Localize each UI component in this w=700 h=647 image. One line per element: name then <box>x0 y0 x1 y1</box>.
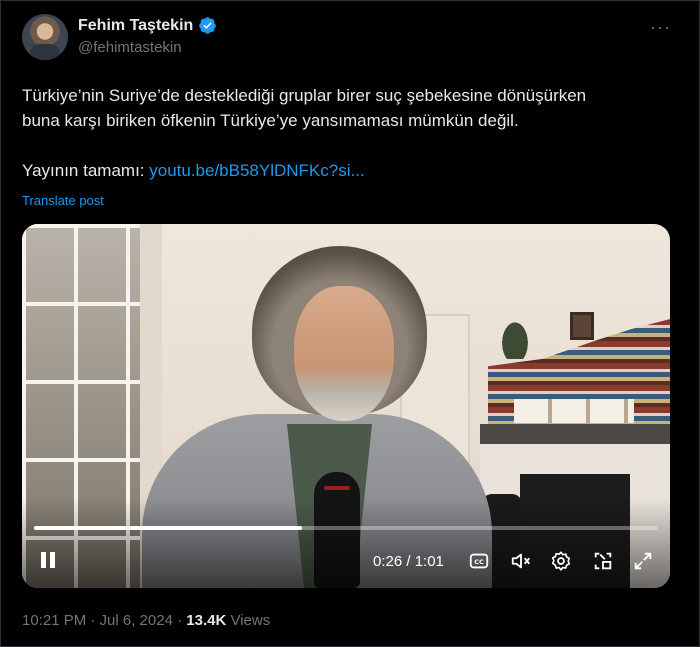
settings-icon[interactable] <box>548 548 574 574</box>
mute-icon[interactable] <box>508 548 534 574</box>
author-display-name[interactable]: Fehim Taştekin <box>78 17 193 35</box>
tweet-timestamp[interactable]: 10:21 PM · Jul 6, 2024 · <box>22 612 186 629</box>
views-label: Views <box>226 612 271 629</box>
svg-text:CC: CC <box>474 558 484 566</box>
translate-post-link[interactable]: Translate post <box>22 193 104 208</box>
tweet-meta: 10:21 PM · Jul 6, 2024 · 13.4K Views <box>22 612 270 629</box>
verified-badge-icon <box>199 17 217 34</box>
tweet-card: Fehim Taştekin @fehimtastekin ··· Türkiy… <box>0 0 700 647</box>
video-player[interactable]: 0:26 / 1:01 CC <box>22 224 670 588</box>
link-prefix: Yayının tamamı: <box>22 161 150 180</box>
pause-icon[interactable] <box>38 550 58 572</box>
views-count: 13.4K <box>186 612 227 629</box>
video-progress-bar[interactable] <box>34 526 658 530</box>
captions-icon[interactable]: CC <box>466 548 492 574</box>
youtube-link[interactable]: youtu.be/bB58YlDNFKc?si... <box>149 161 364 180</box>
video-progress-fill <box>34 526 303 530</box>
avatar[interactable] <box>22 14 68 60</box>
tweet-line-1: Türkiye’nin Suriye’de desteklediği grupl… <box>22 86 587 105</box>
tweet-text: Türkiye’nin Suriye’de desteklediği grupl… <box>22 83 672 183</box>
pip-icon[interactable] <box>590 548 616 574</box>
video-time: 0:26 / 1:01 <box>373 553 444 570</box>
fullscreen-icon[interactable] <box>630 548 656 574</box>
tweet-line-2: buna karşı biriken öfkenin Türkiye’ye ya… <box>22 111 519 130</box>
author-row: Fehim Taştekin <box>78 16 217 35</box>
author-handle[interactable]: @fehimtastekin <box>78 39 182 56</box>
tweet-link-line: Yayının tamamı: youtu.be/bB58YlDNFKc?si.… <box>22 158 672 183</box>
more-options-icon[interactable]: ··· <box>650 17 671 38</box>
